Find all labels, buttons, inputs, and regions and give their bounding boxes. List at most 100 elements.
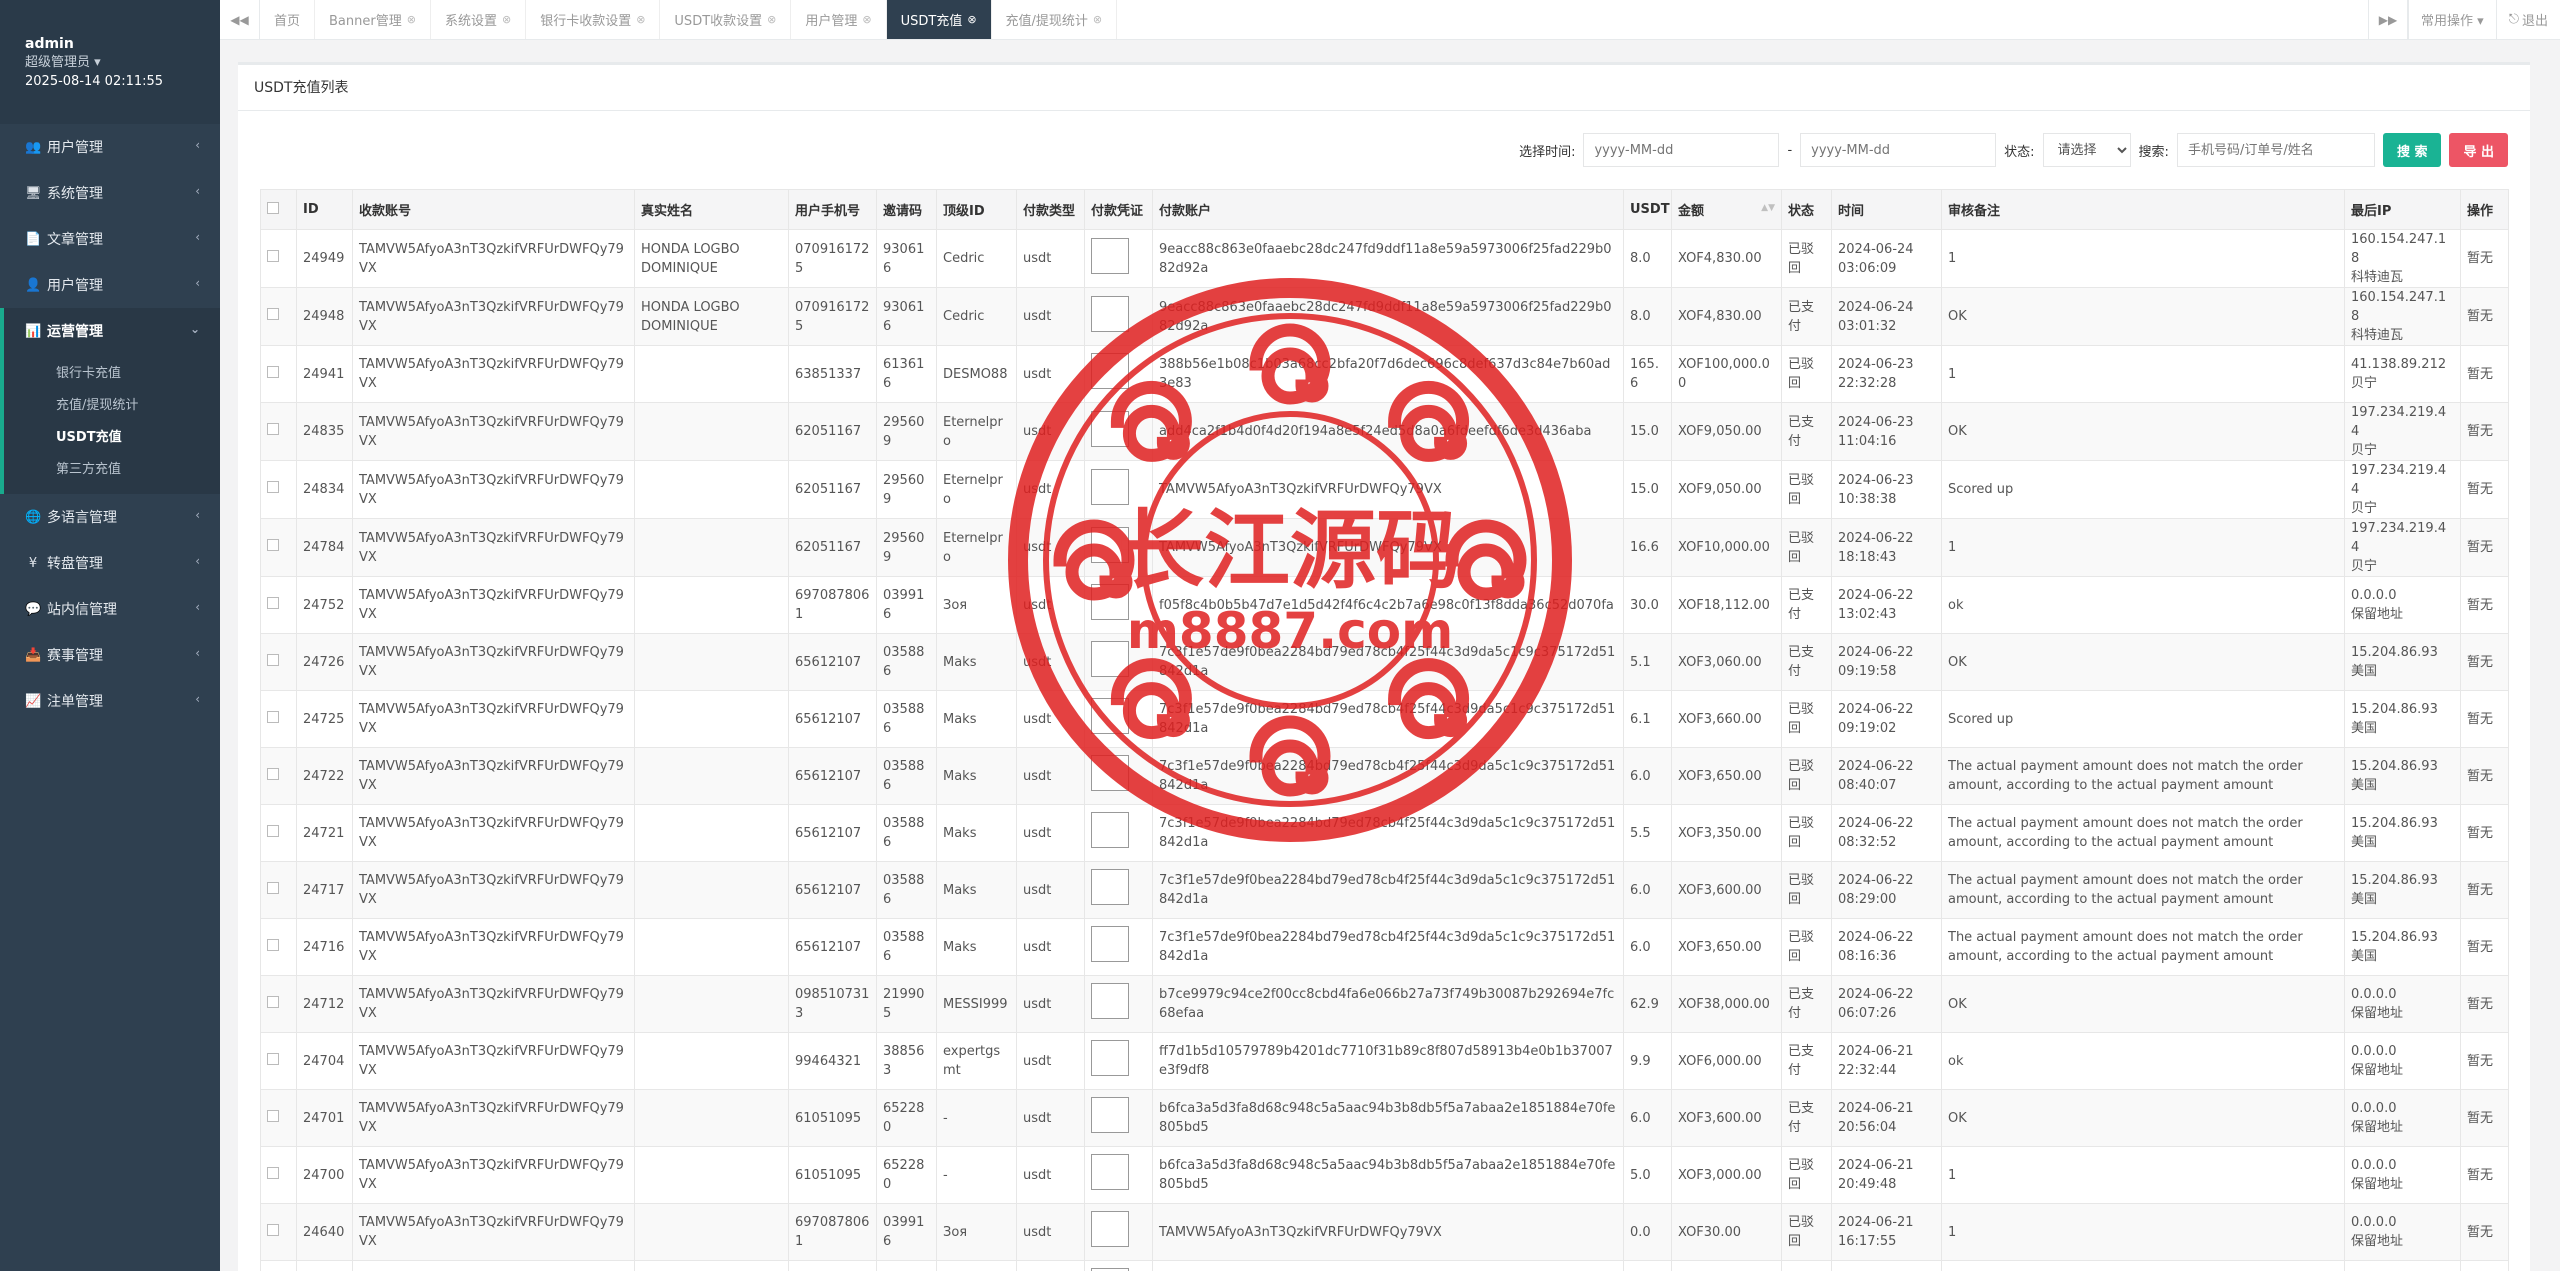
payment-proof-thumbnail[interactable] (1091, 526, 1129, 563)
logout-button[interactable]: ⎋ 退出 (2495, 0, 2560, 39)
payment-proof-thumbnail[interactable] (1091, 584, 1129, 620)
payment-proof-thumbnail[interactable] (1091, 410, 1129, 447)
column-header[interactable]: USDT (1623, 189, 1672, 230)
table-row[interactable]: 24835 TAMVW5AfyoA3nT3QzkifVRFUrDWFQy79VX 6… (260, 402, 2509, 461)
column-header[interactable]: 金额 ▲▼ (1671, 189, 1782, 230)
row-checkbox[interactable] (267, 653, 279, 666)
search-input[interactable] (2176, 133, 2375, 167)
payment-proof-thumbnail[interactable] (1091, 698, 1129, 734)
tab-item[interactable]: 用户管理 ⊗ (791, 0, 887, 39)
table-row[interactable]: 24722 TAMVW5AfyoA3nT3QzkifVRFUrDWFQy79VX 6… (260, 747, 2509, 805)
time-filter-label: 选择时间: (1519, 144, 1576, 160)
payment-proof-thumbnail[interactable] (1091, 926, 1129, 962)
sidebar-item-user-mgmt-2[interactable]: 👤 用户管理 ‹ (0, 262, 220, 308)
payment-proof-thumbnail[interactable] (1091, 1154, 1129, 1190)
row-checkbox[interactable] (267, 881, 279, 894)
table-row[interactable]: 24941 TAMVW5AfyoA3nT3QzkifVRFUrDWFQy79VX 6… (260, 345, 2509, 403)
common-ops-dropdown[interactable]: 常用操作 ▾ (2408, 0, 2496, 39)
row-checkbox[interactable] (267, 308, 279, 320)
status-select[interactable]: 请选择 (2042, 133, 2131, 167)
select-all-checkbox[interactable] (267, 201, 279, 214)
table-row[interactable]: 24726 TAMVW5AfyoA3nT3QzkifVRFUrDWFQy79VX 6… (260, 633, 2509, 691)
table-row[interactable]: 24725 TAMVW5AfyoA3nT3QzkifVRFUrDWFQy79VX 6… (260, 690, 2509, 748)
sidebar-item-wheel-mgmt[interactable]: ¥ 转盘管理 ‹ (0, 540, 220, 586)
tab-item[interactable]: USDT收款设置 ⊗ (660, 0, 792, 39)
sidebar-item-ops-mgmt[interactable]: 📊 运营管理 ⌄ (0, 308, 220, 354)
sort-icon[interactable]: ▲▼ (1761, 203, 1775, 213)
tab-item[interactable]: USDT充值 ⊗ (886, 0, 992, 39)
end-date-input[interactable] (1800, 133, 1997, 167)
tab-item[interactable]: Banner管理 ⊗ (315, 0, 431, 39)
sidebar-item-message-mgmt[interactable]: 💬 站内信管理 ‹ (0, 586, 220, 632)
sidebar-item-user-mgmt-1[interactable]: 👥 用户管理 ‹ (0, 124, 220, 170)
row-checkbox[interactable] (267, 365, 279, 378)
payment-proof-thumbnail[interactable] (1091, 1040, 1129, 1076)
table-row[interactable]: 24948 TAMVW5AfyoA3nT3QzkifVRFUrDWFQy79VX H… (260, 287, 2509, 346)
payment-proof-thumbnail[interactable] (1091, 983, 1129, 1019)
tab-close-icon[interactable]: ⊗ (407, 13, 416, 26)
sidebar-item-article-mgmt[interactable]: 📄 文章管理 ‹ (0, 216, 220, 262)
payment-proof-thumbnail[interactable] (1091, 353, 1129, 389)
profile-role-dropdown[interactable]: 超级管理员 ▾ (25, 54, 220, 72)
payment-proof-thumbnail[interactable] (1091, 641, 1129, 677)
tab-item[interactable]: 系统设置 ⊗ (431, 0, 527, 39)
row-checkbox[interactable] (267, 710, 279, 723)
payment-proof-thumbnail[interactable] (1091, 869, 1129, 905)
table-row[interactable]: 24784 TAMVW5AfyoA3nT3QzkifVRFUrDWFQy79VX 6… (260, 518, 2509, 577)
payment-proof-thumbnail[interactable] (1091, 1211, 1129, 1247)
row-checkbox[interactable] (267, 1223, 279, 1236)
export-button[interactable]: 导 出 (2449, 133, 2508, 167)
sidebar-item-lang-mgmt[interactable]: 🌐 多语言管理 ‹ (0, 494, 220, 540)
submenu-item[interactable]: USDT充值 (4, 422, 220, 454)
row-checkbox[interactable] (267, 1166, 279, 1179)
table-row[interactable]: 24716 TAMVW5AfyoA3nT3QzkifVRFUrDWFQy79VX 6… (260, 918, 2509, 976)
search-button[interactable]: 搜 索 (2382, 133, 2442, 167)
table-row[interactable]: 24700 TAMVW5AfyoA3nT3QzkifVRFUrDWFQy79VX 6… (260, 1146, 2509, 1204)
table-row[interactable]: 24640 TAMVW5AfyoA3nT3QzkifVRFUrDWFQy79VX 6… (260, 1203, 2509, 1261)
sidebar-item-event-mgmt[interactable]: 📥 赛事管理 ‹ (0, 632, 220, 678)
start-date-input[interactable] (1583, 133, 1780, 167)
table-row[interactable]: 24752 TAMVW5AfyoA3nT3QzkifVRFUrDWFQy79VX 6… (260, 576, 2509, 634)
tab-close-icon[interactable]: ⊗ (502, 13, 511, 26)
tab-item[interactable]: 首页 (260, 0, 316, 39)
payment-proof-thumbnail[interactable] (1091, 237, 1129, 274)
payment-proof-thumbnail[interactable] (1091, 755, 1129, 791)
table-row[interactable]: 24834 TAMVW5AfyoA3nT3QzkifVRFUrDWFQy79VX 6… (260, 460, 2509, 519)
submenu-item[interactable]: 银行卡充值 (4, 358, 220, 390)
row-checkbox[interactable] (267, 995, 279, 1008)
tab-close-icon[interactable]: ⊗ (636, 13, 645, 26)
tab-scroll-left-button[interactable]: ◀◀ (220, 0, 260, 39)
row-checkbox[interactable] (267, 824, 279, 837)
row-checkbox[interactable] (267, 539, 279, 551)
tab-close-icon[interactable]: ⊗ (967, 13, 976, 26)
row-checkbox[interactable] (267, 1052, 279, 1065)
table-row[interactable]: 已驳2024-06-21 0.0.0.0暂 (260, 1260, 2509, 1271)
table-row[interactable]: 24712 TAMVW5AfyoA3nT3QzkifVRFUrDWFQy79VX 0… (260, 975, 2509, 1033)
sidebar-item-system-mgmt[interactable]: 🖥 系统管理 ‹ (0, 170, 220, 216)
tab-close-icon[interactable]: ⊗ (767, 13, 776, 26)
tab-close-icon[interactable]: ⊗ (1093, 13, 1102, 26)
tab-item[interactable]: 充值/提现统计 ⊗ (992, 0, 1118, 39)
tab-scroll-right-button[interactable]: ▶▶ (2368, 0, 2409, 39)
table-row[interactable]: 24717 TAMVW5AfyoA3nT3QzkifVRFUrDWFQy79VX 6… (260, 861, 2509, 919)
submenu-item[interactable]: 充值/提现统计 (4, 390, 220, 422)
payment-proof-thumbnail[interactable] (1091, 468, 1129, 505)
row-checkbox[interactable] (267, 1109, 279, 1122)
row-checkbox[interactable] (267, 596, 279, 609)
submenu-item[interactable]: 第三方充值 (4, 454, 220, 486)
row-checkbox[interactable] (267, 481, 279, 493)
payment-proof-thumbnail[interactable] (1091, 295, 1129, 332)
row-checkbox[interactable] (267, 250, 279, 262)
row-checkbox[interactable] (267, 938, 279, 951)
table-row[interactable]: 24721 TAMVW5AfyoA3nT3QzkifVRFUrDWFQy79VX 6… (260, 804, 2509, 862)
sidebar-item-bet-mgmt[interactable]: 📈 注单管理 ‹ (0, 678, 220, 724)
tab-close-icon[interactable]: ⊗ (862, 13, 871, 26)
table-row[interactable]: 24949 TAMVW5AfyoA3nT3QzkifVRFUrDWFQy79VX H… (260, 229, 2509, 288)
payment-proof-thumbnail[interactable] (1091, 812, 1129, 848)
row-checkbox[interactable] (267, 767, 279, 780)
row-checkbox[interactable] (267, 423, 279, 435)
table-row[interactable]: 24704 TAMVW5AfyoA3nT3QzkifVRFUrDWFQy79VX 9… (260, 1032, 2509, 1090)
tab-item[interactable]: 银行卡收款设置 ⊗ (526, 0, 661, 39)
payment-proof-thumbnail[interactable] (1091, 1097, 1129, 1133)
table-row[interactable]: 24701 TAMVW5AfyoA3nT3QzkifVRFUrDWFQy79VX 6… (260, 1089, 2509, 1147)
